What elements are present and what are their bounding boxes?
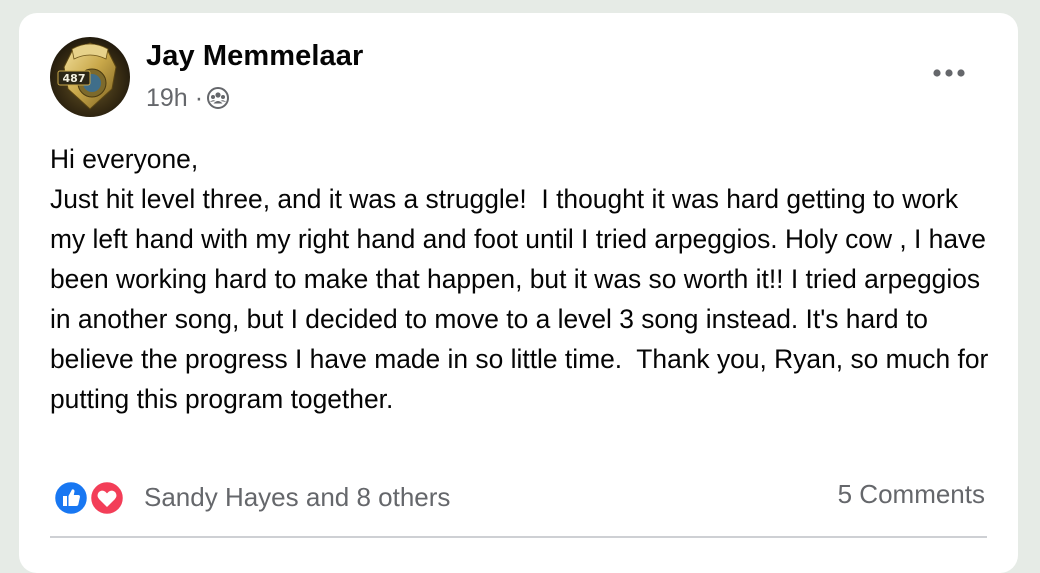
more-options-button[interactable]: [921, 53, 977, 93]
reaction-icons: [52, 478, 128, 517]
like-reaction-icon: [52, 479, 90, 517]
post-timestamp[interactable]: 19h: [146, 84, 188, 113]
meta-separator: ·: [194, 83, 204, 112]
police-badge-avatar-image: 487: [50, 37, 130, 117]
reaction-count-text[interactable]: Sandy Hayes and 8 others: [144, 482, 450, 513]
action-divider: [50, 536, 987, 538]
avatar[interactable]: 487: [50, 37, 130, 117]
group-audience-icon[interactable]: [207, 87, 230, 109]
more-options-icon: [933, 69, 965, 77]
reactions-summary[interactable]: Sandy Hayes and 8 others: [52, 477, 450, 517]
comments-count-link[interactable]: 5 Comments: [838, 479, 985, 510]
post-meta: 19h ·: [146, 83, 230, 113]
author-name[interactable]: Jay Memmelaar: [146, 40, 363, 73]
post-body-text: Hi everyone, Just hit level three, and i…: [50, 144, 989, 414]
love-reaction-icon: [88, 479, 126, 517]
avatar-badge-number: 487: [63, 72, 86, 85]
post-card: 487 Jay Memmelaar 19h · Hi everyone, Jus…: [19, 13, 1018, 573]
